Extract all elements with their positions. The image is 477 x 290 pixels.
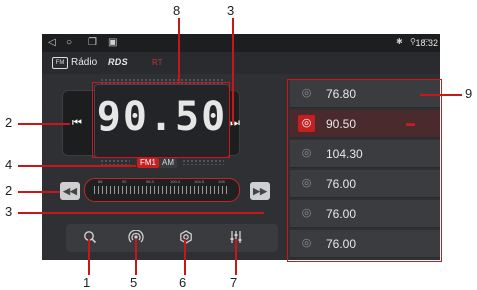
scale-label: 100.4	[170, 179, 181, 184]
radio-icon: FM	[52, 57, 68, 69]
callout-2-top: 2	[5, 115, 13, 130]
leader-line-7	[235, 239, 237, 275]
bluetooth-icon: ✱	[396, 37, 403, 46]
callout-3-top: 3	[227, 3, 235, 18]
band-fm1-button[interactable]: FM1	[137, 158, 159, 168]
callout-1: 1	[83, 275, 91, 290]
split-screen-icon[interactable]: ▣	[108, 37, 117, 48]
scale-label: 88	[98, 179, 103, 184]
clock: 18:32	[415, 38, 438, 48]
scale-label: 104.5	[194, 179, 205, 184]
band-am-button[interactable]: AM	[159, 158, 177, 168]
tuning-scale-ticks	[94, 186, 230, 194]
leader-line-1	[88, 239, 90, 275]
callout-2-bottom: 2	[5, 183, 13, 198]
scale-label: 96.3	[146, 179, 154, 184]
callout-6: 6	[179, 275, 187, 290]
leader-line-6	[184, 239, 186, 275]
callout-8: 8	[173, 3, 181, 18]
tune-up-button[interactable]: ▶▶	[250, 182, 270, 200]
leader-line-8	[178, 18, 180, 82]
back-icon[interactable]: ◁	[48, 37, 56, 48]
app-header: FM Rádio RDS RT	[42, 52, 440, 74]
leader-line-4	[18, 165, 136, 167]
callout-3-bottom: 3	[5, 204, 13, 219]
recent-apps-icon[interactable]: ❐	[88, 37, 97, 48]
seek-previous-button[interactable]: ⏮	[69, 115, 85, 131]
leader-line-3-bottom	[18, 212, 264, 214]
callout-7: 7	[230, 275, 238, 290]
status-bar: ◁ ○ ❐ ▣ ✱ ⚲ ◠ 18:32	[42, 34, 440, 52]
gear-icon[interactable]	[176, 230, 196, 246]
app-title: Rádio	[71, 57, 98, 68]
callout-5: 5	[130, 275, 138, 290]
scale-label: 108	[218, 179, 225, 184]
frequency-dots-bottom-right	[182, 159, 224, 165]
scale-label: 92	[122, 179, 127, 184]
leader-line-3-top	[232, 18, 234, 124]
leader-line-2-top	[18, 123, 70, 125]
leader-line-9	[420, 94, 462, 96]
highlight-frequency-display	[92, 82, 230, 158]
search-icon[interactable]	[80, 230, 100, 246]
tune-down-button[interactable]: ◀◀	[60, 182, 80, 200]
rds-radiotext-tag[interactable]: RT	[152, 58, 163, 67]
highlight-preset-list	[287, 79, 442, 262]
home-icon[interactable]: ○	[66, 37, 72, 48]
leader-line-5	[135, 239, 137, 275]
callout-4: 4	[5, 157, 13, 172]
rds-logo[interactable]: RDS	[108, 57, 128, 67]
leader-line-2-bottom	[18, 191, 60, 193]
callout-9: 9	[465, 86, 473, 101]
